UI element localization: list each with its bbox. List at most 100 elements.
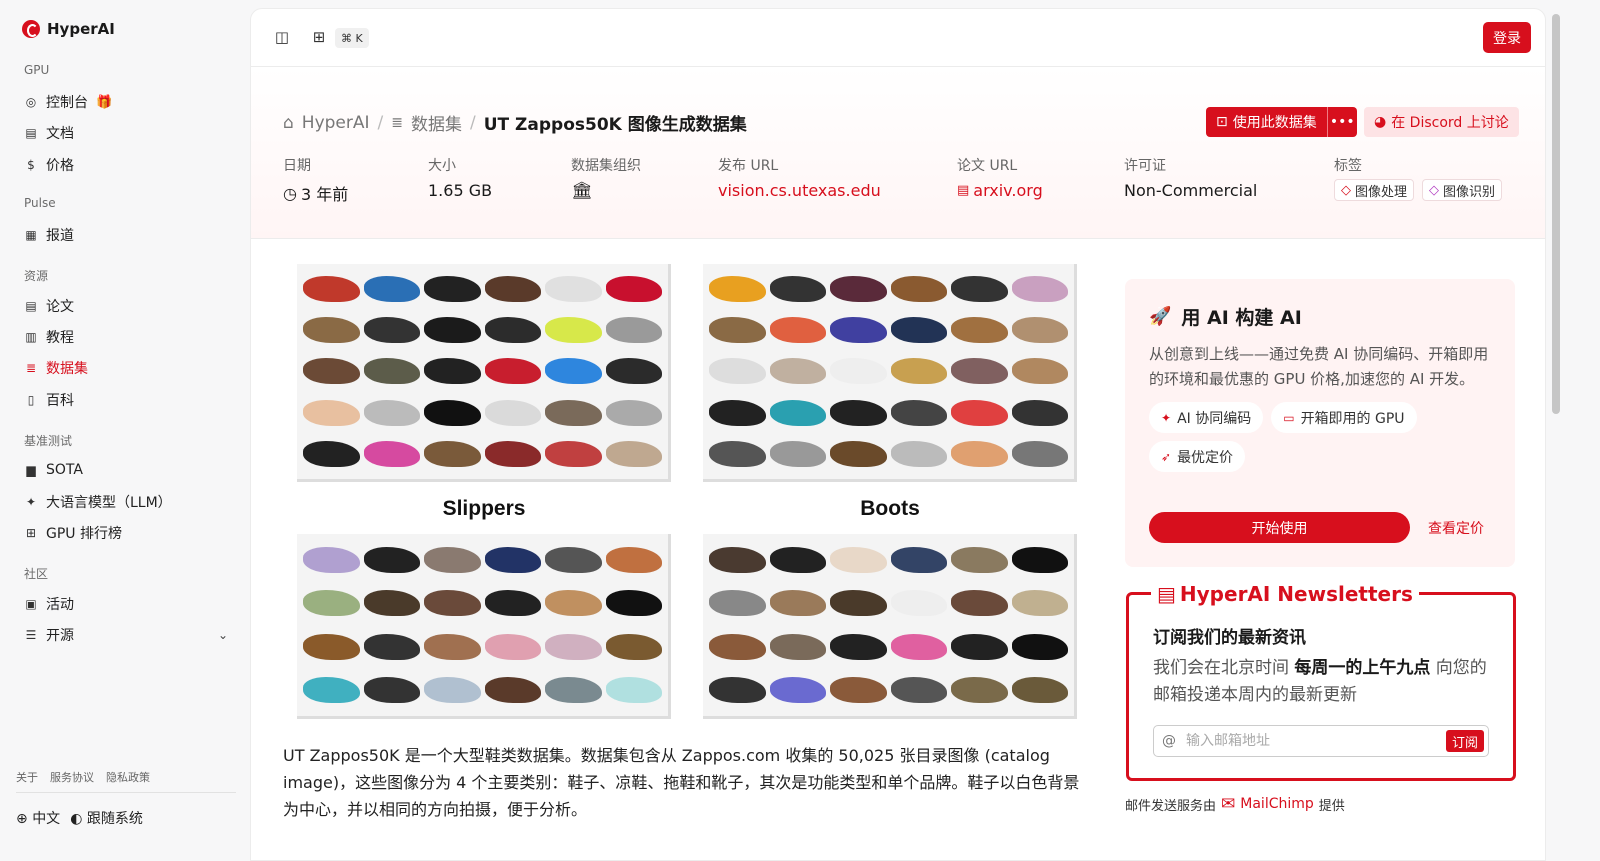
discord-discuss-button[interactable]: ◕ 在 Discord 上讨论 xyxy=(1364,107,1519,137)
meta-size: 大小 1.65 GB xyxy=(428,155,492,200)
shoe-thumbnail xyxy=(484,633,541,660)
newsletter-subtitle: 订阅我们的最新资讯 xyxy=(1153,628,1306,648)
sidebar-item-label: 报道 xyxy=(46,228,74,244)
shoe-thumbnail xyxy=(709,677,766,704)
shoe-thumbnail xyxy=(890,358,947,385)
shoes-panel xyxy=(297,264,671,482)
newsletter-box: ▤ HyperAI Newsletters 订阅我们的最新资讯 我们会在北京时间… xyxy=(1126,582,1516,781)
sidebar-item-label: 价格 xyxy=(46,158,74,174)
tag-image-recognition[interactable]: ◇ 图像识别 xyxy=(1422,179,1503,201)
sidebar-item-console[interactable]: ◎ 控制台 🎁 xyxy=(16,88,236,116)
chip-ready-gpu[interactable]: ▭ 开箱即用的 GPU xyxy=(1271,402,1417,433)
more-options-button[interactable]: ••• xyxy=(1326,107,1357,137)
shoe-thumbnail xyxy=(363,441,420,468)
shoe-thumbnail xyxy=(1011,317,1068,344)
meta-license: 许可证 Non-Commercial xyxy=(1124,155,1257,200)
institution-icon[interactable]: 🏛 xyxy=(571,181,593,201)
shoe-thumbnail xyxy=(424,633,481,660)
brand[interactable]: HyperAI xyxy=(22,20,115,38)
sidebar-toggle-icon[interactable]: ◫ xyxy=(271,26,293,48)
shoe-thumbnail xyxy=(769,399,826,426)
shoe-thumbnail xyxy=(951,633,1008,660)
login-button[interactable]: 登录 xyxy=(1483,22,1531,53)
sidebar-item-news[interactable]: ▦ 报道 xyxy=(16,221,236,249)
shoe-thumbnail xyxy=(545,358,602,385)
newsletter-title: ▤ HyperAI Newsletters xyxy=(1151,582,1419,606)
sidebar-item-docs[interactable]: ▤ 文档 xyxy=(16,119,236,147)
use-dataset-label: 使用此数据集 xyxy=(1232,115,1317,131)
shoe-thumbnail xyxy=(951,358,1008,385)
privacy-link[interactable]: 隐私政策 xyxy=(106,769,150,785)
shoe-thumbnail xyxy=(709,275,766,302)
ai-feature-chips: ✦ AI 协同编码 ▭ 开箱即用的 GPU ➶ 最优定价 xyxy=(1149,402,1469,472)
meta-release-url: 发布 URL vision.cs.utexas.edu xyxy=(718,155,881,200)
sidebar-item-wiki[interactable]: ▯ 百科 xyxy=(16,386,236,414)
gauge-icon: ◎ xyxy=(25,95,37,109)
shoe-thumbnail xyxy=(709,441,766,468)
shoe-thumbnail xyxy=(484,546,541,573)
use-dataset-button[interactable]: ⊡ 使用此数据集 xyxy=(1206,107,1327,137)
shoe-thumbnail xyxy=(424,275,481,302)
breadcrumb: ⌂ HyperAI / ≣ 数据集 / UT Zappos50K 图像生成数据集 xyxy=(283,110,747,136)
sidebar-item-papers[interactable]: ▤ 论文 xyxy=(16,292,236,320)
terms-link[interactable]: 服务协议 xyxy=(50,769,94,785)
language-switch[interactable]: ⊕ 中文 xyxy=(16,808,60,828)
shoe-thumbnail xyxy=(303,677,360,704)
sidebar-item-label: 开源 xyxy=(46,628,74,644)
sidebar-item-gpu-leaderboard[interactable]: ⊞ GPU 排行榜 xyxy=(16,519,236,547)
theme-switch[interactable]: ◐ 跟随系统 xyxy=(70,808,143,828)
release-url-link[interactable]: vision.cs.utexas.edu xyxy=(718,181,881,200)
shoe-thumbnail xyxy=(830,590,887,617)
shoe-thumbnail xyxy=(1011,546,1068,573)
credit-suffix: 提供 xyxy=(1318,798,1345,814)
breadcrumb-root[interactable]: HyperAI xyxy=(302,113,370,133)
theme-label: 跟随系统 xyxy=(86,811,143,827)
shoe-thumbnail xyxy=(303,546,360,573)
breadcrumb-separator: / xyxy=(377,112,384,133)
breadcrumb-section[interactable]: 数据集 xyxy=(411,110,462,135)
sidebar-item-datasets[interactable]: ≣ 数据集 xyxy=(16,354,236,382)
page-scrollbar[interactable] xyxy=(1552,14,1560,414)
apps-grid-icon[interactable]: ⊞ xyxy=(308,26,330,48)
sidebar-item-tutorials[interactable]: ▥ 教程 xyxy=(16,323,236,351)
sidebar-item-opensource[interactable]: ☰ 开源 ⌄ xyxy=(16,621,236,649)
shoe-thumbnail xyxy=(303,399,360,426)
chip-best-pricing[interactable]: ➶ 最优定价 xyxy=(1149,441,1246,472)
tag-image-processing[interactable]: ◇ 图像处理 xyxy=(1334,179,1415,201)
sidebar-item-events[interactable]: ▣ 活动 xyxy=(16,590,236,618)
sidebar-item-label: 大语言模型（LLM） xyxy=(46,495,172,511)
newsletter-title-text: HyperAI Newsletters xyxy=(1179,582,1413,606)
email-input[interactable] xyxy=(1186,733,1426,749)
paper-url-link[interactable]: ▤ arxiv.org xyxy=(957,181,1043,200)
sidebar-item-llm[interactable]: ✦ 大语言模型（LLM） xyxy=(16,488,236,516)
view-pricing-link[interactable]: 查看定价 xyxy=(1428,518,1484,538)
sidebar-item-label: SOTA xyxy=(46,462,83,478)
chip-ai-coding[interactable]: ✦ AI 协同编码 xyxy=(1149,402,1264,433)
shoe-thumbnail xyxy=(605,546,662,573)
bar-chart-icon: ▆ xyxy=(26,463,36,477)
start-button[interactable]: 开始使用 xyxy=(1149,512,1410,543)
ai-card-actions: 开始使用 查看定价 xyxy=(1149,512,1484,543)
shoe-thumbnail xyxy=(951,677,1008,704)
sidebar-item-sota[interactable]: ▆ SOTA xyxy=(16,456,236,484)
shoe-thumbnail xyxy=(890,546,947,573)
sidebar-item-label: 论文 xyxy=(46,299,74,315)
mailchimp-link[interactable]: ✉ MailChimp xyxy=(1221,794,1314,814)
currency-icon: $ xyxy=(27,158,35,172)
newsletter-form: @ 订阅 xyxy=(1153,725,1489,757)
shoe-thumbnail xyxy=(303,441,360,468)
shoe-thumbnail xyxy=(1011,399,1068,426)
rocket-icon: ➶ xyxy=(1161,449,1172,464)
shoe-thumbnail xyxy=(1011,441,1068,468)
shoe-thumbnail xyxy=(484,441,541,468)
newspaper-icon: ▦ xyxy=(25,228,37,242)
shoe-thumbnail xyxy=(890,441,947,468)
command-shortcut[interactable]: ⌘ K xyxy=(335,28,369,48)
subscribe-button[interactable]: 订阅 xyxy=(1445,730,1484,752)
shoe-thumbnail xyxy=(363,399,420,426)
meta-size-label: 大小 xyxy=(428,158,456,174)
sidebar-item-pricing[interactable]: $ 价格 xyxy=(16,151,236,179)
about-link[interactable]: 关于 xyxy=(16,769,38,785)
shoe-thumbnail xyxy=(951,317,1008,344)
shoe-thumbnail xyxy=(769,590,826,617)
